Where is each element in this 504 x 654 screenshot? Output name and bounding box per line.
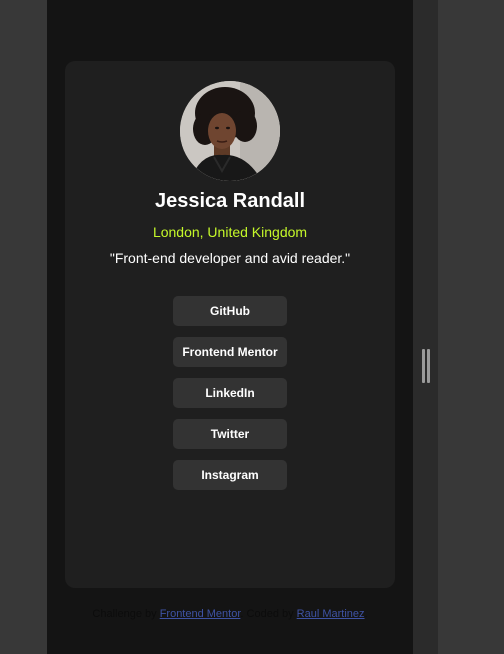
profile-card: Jessica Randall London, United Kingdom "… [65,61,395,588]
github-link-button[interactable]: GitHub [173,296,287,326]
resize-handle[interactable] [421,349,431,383]
resize-grip-bar [422,349,425,383]
twitter-link-button[interactable]: Twitter [173,419,287,449]
instagram-link-button[interactable]: Instagram [173,460,287,490]
profile-name: Jessica Randall [154,190,306,212]
resize-grip-bar [427,349,430,383]
outer-background-left [0,0,47,654]
resize-gutter [413,0,438,654]
attribution-middle: . Coded by [240,608,297,620]
avatar-portrait-icon [180,81,280,181]
attribution-prefix: Challenge by [92,608,160,620]
attribution: Challenge by Frontend Mentor. Coded by R… [47,608,413,620]
profile-location: London, United Kingdom [152,224,308,240]
author-link[interactable]: Raul Martinez [297,608,365,620]
attribution-suffix: . [364,608,368,620]
challenge-link[interactable]: Frontend Mentor [160,608,241,620]
profile-bio: "Front-end developer and avid reader." [109,250,351,266]
social-links: GitHub Frontend Mentor LinkedIn Twitter … [173,296,287,501]
avatar [180,81,280,181]
linkedin-link-button[interactable]: LinkedIn [173,378,287,408]
frontend-mentor-link-button[interactable]: Frontend Mentor [173,337,287,367]
outer-background-right [438,0,504,654]
